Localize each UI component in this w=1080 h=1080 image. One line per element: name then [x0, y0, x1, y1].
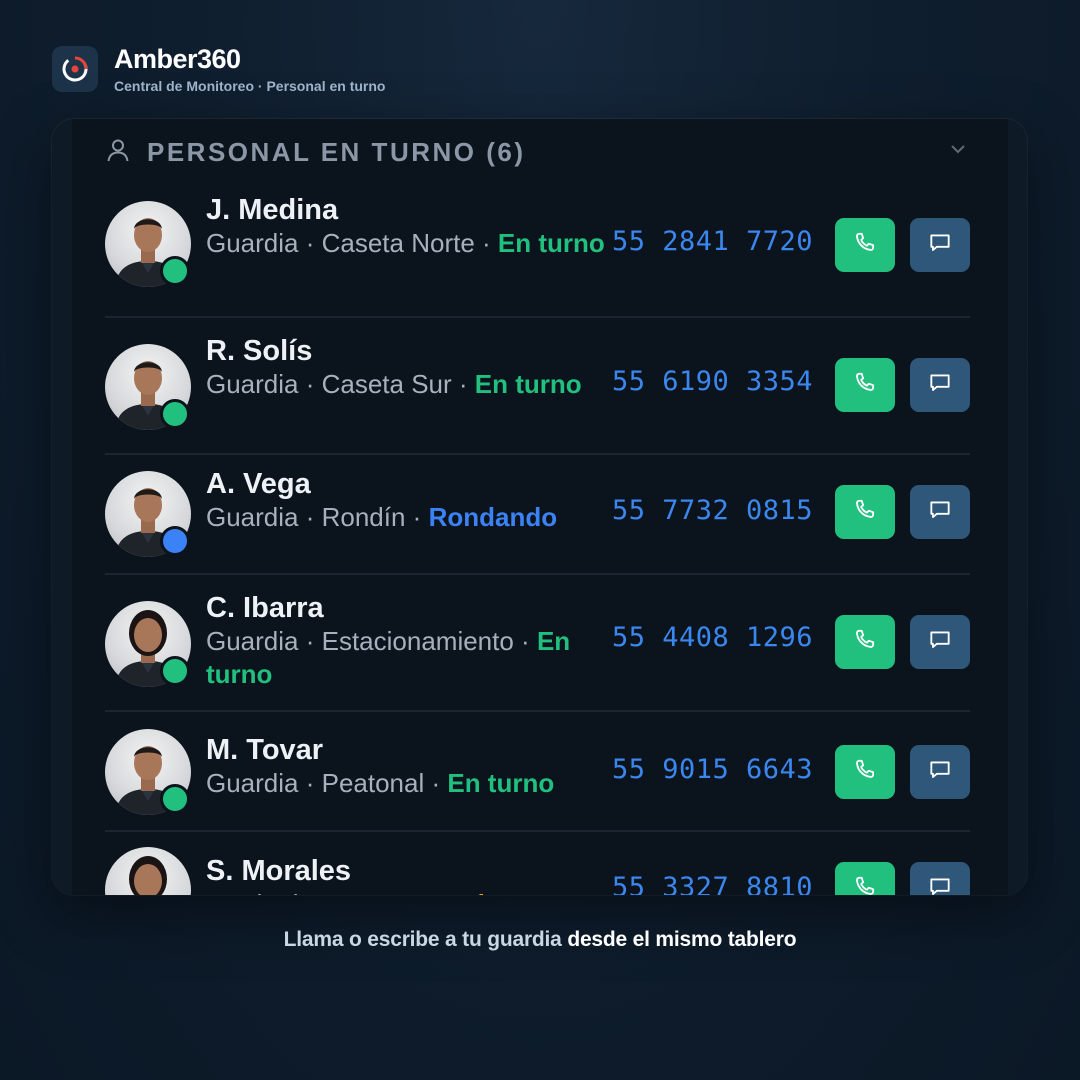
avatar: [105, 847, 191, 895]
staff-name: R. Solís: [206, 335, 313, 367]
message-button[interactable]: [910, 358, 970, 412]
phone-icon: [852, 370, 878, 401]
staff-phone[interactable]: 55 3327 8810: [612, 872, 813, 895]
chat-icon: [927, 757, 953, 788]
phone-icon: [852, 497, 878, 528]
chat-icon: [927, 874, 953, 896]
chevron-down-icon[interactable]: [948, 139, 968, 164]
staff-row: C. Ibarra Guardia · Estacionamiento · En …: [105, 575, 970, 712]
staff-row: J. Medina Guardia · Caseta Norte · En tur…: [105, 181, 970, 318]
phone-icon: [852, 627, 878, 658]
phone-icon: [852, 757, 878, 788]
staff-name: S. Morales: [206, 855, 352, 887]
chat-icon: [927, 627, 953, 658]
status-dot: [160, 399, 190, 429]
call-button[interactable]: [835, 485, 895, 539]
staff-role-location: Guardia · Caseta Sur ·: [206, 369, 475, 399]
staff-info: C. Ibarra Guardia · Estacionamiento · En …: [206, 591, 606, 691]
section-header[interactable]: PERSONAL EN TURNO (6): [105, 127, 968, 177]
staff-panel: PERSONAL EN TURNO (6) J. Medina Guardia ·…: [52, 119, 1027, 895]
app-title: Amber360: [114, 44, 241, 74]
staff-phone[interactable]: 55 4408 1296: [612, 622, 813, 653]
staff-role-location: Guardia · Estacionamiento ·: [206, 626, 537, 656]
staff-info: M. Tovar Guardia · Peatonal · En turno: [206, 733, 606, 800]
staff-details: Guardia · Peatonal · En turno: [206, 767, 606, 800]
brand-header: Amber360 Central de Monitoreo · Personal…: [52, 44, 385, 94]
section-title: PERSONAL EN TURNO (6): [147, 136, 526, 167]
caption: Llama o escribe a tu guardia desde el mi…: [0, 928, 1080, 952]
staff-row: S. MoralesMonitorista · En control55 332…: [105, 832, 970, 895]
staff-details: Guardia · Rondín · Rondando: [206, 501, 606, 534]
staff-name: J. Medina: [206, 194, 339, 226]
staff-info: S. MoralesMonitorista · En control: [206, 854, 606, 895]
message-button[interactable]: [910, 615, 970, 669]
message-button[interactable]: [910, 862, 970, 895]
staff-status: En turno: [497, 228, 605, 258]
chat-icon: [927, 370, 953, 401]
amber360-logo: [52, 46, 98, 92]
message-button[interactable]: [910, 745, 970, 799]
staff-details: Guardia · Caseta Norte · En turno: [206, 227, 606, 260]
call-button[interactable]: [835, 218, 895, 272]
phone-icon: [852, 874, 878, 896]
staff-status: En control: [356, 889, 485, 895]
staff-phone[interactable]: 55 6190 3354: [612, 366, 813, 397]
staff-name: M. Tovar: [206, 734, 324, 766]
chat-icon: [927, 497, 953, 528]
phone-icon: [852, 230, 878, 261]
staff-role-location: Guardia · Rondín ·: [206, 502, 429, 532]
staff-phone[interactable]: 55 7732 0815: [612, 495, 813, 526]
staff-status: En turno: [474, 369, 582, 399]
person-icon: [105, 137, 131, 168]
message-button[interactable]: [910, 218, 970, 272]
staff-row: A. Vega Guardia · Rondín · Rondando 55 773…: [105, 455, 970, 575]
staff-name: A. Vega: [206, 468, 311, 500]
caption-emphasis: desde el mismo tablero: [567, 928, 797, 951]
status-dot: [160, 656, 190, 686]
staff-info: A. Vega Guardia · Rondín · Rondando: [206, 467, 606, 534]
staff-phone[interactable]: 55 2841 7720: [612, 226, 813, 257]
call-button[interactable]: [835, 358, 895, 412]
staff-name: C. Ibarra: [206, 592, 324, 624]
staff-details: Monitorista · En control: [206, 888, 606, 895]
staff-row: M. Tovar Guardia · Peatonal · En turno 55 …: [105, 712, 970, 832]
message-button[interactable]: [910, 485, 970, 539]
staff-role-location: Guardia · Peatonal ·: [206, 768, 448, 798]
staff-row: R. Solís Guardia · Caseta Sur · En turno 5…: [105, 318, 970, 455]
status-dot: [160, 784, 190, 814]
call-button[interactable]: [835, 615, 895, 669]
staff-details: Guardia · Estacionamiento · En turno: [206, 625, 606, 691]
status-dot: [160, 526, 190, 556]
staff-role-location: Guardia · Caseta Norte ·: [206, 228, 498, 258]
call-button[interactable]: [835, 862, 895, 895]
call-button[interactable]: [835, 745, 895, 799]
staff-info: R. Solís Guardia · Caseta Sur · En turno: [206, 334, 606, 401]
staff-info: J. Medina Guardia · Caseta Norte · En tur…: [206, 193, 606, 260]
status-dot: [160, 256, 190, 286]
staff-details: Guardia · Caseta Sur · En turno: [206, 368, 606, 401]
staff-status: Rondando: [428, 502, 558, 532]
staff-role-location: Monitorista ·: [206, 889, 356, 895]
app-subtitle: Central de Monitoreo · Personal en turno: [114, 78, 386, 94]
caption-lead: Llama o escribe a tu guardia: [283, 928, 568, 951]
staff-phone[interactable]: 55 9015 6643: [612, 754, 813, 785]
chat-icon: [927, 230, 953, 261]
staff-status: En turno: [447, 768, 555, 798]
staff-list: J. Medina Guardia · Caseta Norte · En tur…: [105, 181, 970, 895]
